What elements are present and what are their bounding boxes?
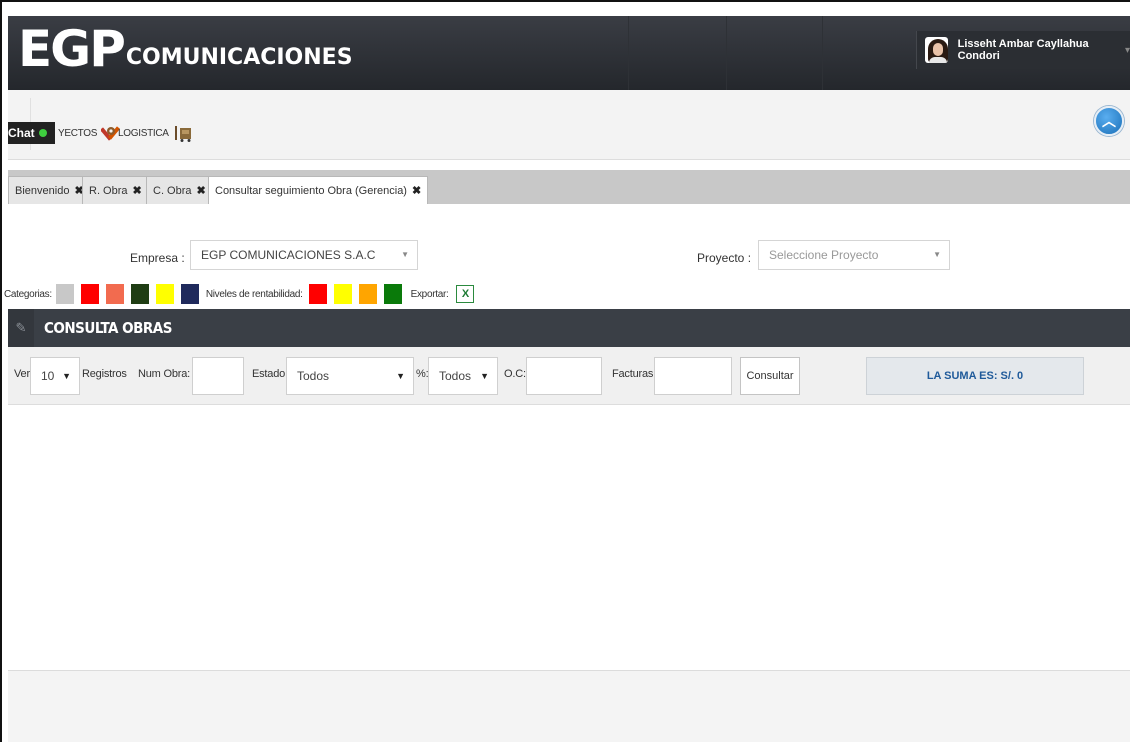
categoria-swatch xyxy=(130,284,149,304)
facturas-input[interactable] xyxy=(654,357,732,395)
logo-main-text: EGP xyxy=(18,20,126,78)
niveles-label: Niveles de rentabilidad: xyxy=(205,288,303,300)
facturas-label: Facturas: xyxy=(612,368,657,380)
proyecto-select[interactable]: Seleccione Proyecto ▼ xyxy=(758,240,950,270)
proyecto-label: Proyecto : xyxy=(697,251,752,265)
num-obra-label: Num Obra: xyxy=(138,368,190,380)
empresa-label: Empresa : xyxy=(130,251,185,265)
estado-label: Estado: xyxy=(252,368,288,380)
chevron-down-icon: ▼ xyxy=(401,250,409,259)
nivel-swatch xyxy=(383,284,402,304)
cart-boxes-icon xyxy=(174,126,191,142)
chevron-down-icon: ▼ xyxy=(396,371,405,381)
nivel-swatch xyxy=(358,284,377,304)
close-icon[interactable]: ✖ xyxy=(412,184,421,197)
chevron-down-icon: ▾ xyxy=(1124,44,1130,56)
chevron-down-icon: ▼ xyxy=(480,371,489,381)
categoria-swatch xyxy=(105,284,124,304)
legend-row: Categorias: Niveles de rentabilidad: Exp… xyxy=(4,283,475,305)
tab-r-obra[interactable]: R. Obra ✖ xyxy=(82,176,149,204)
excel-export-icon[interactable]: X xyxy=(456,285,475,303)
user-menu[interactable]: Lisseht Ambar Cayllahua Condori ▾ xyxy=(916,31,1130,69)
menu-item-logistica[interactable]: LOGISTICA xyxy=(118,124,193,142)
chat-button[interactable]: Chat xyxy=(8,122,55,144)
company-logo[interactable]: EGPCOMUNICACIONES xyxy=(18,20,353,78)
oc-label: O.C: xyxy=(504,368,526,380)
avatar xyxy=(925,37,948,63)
chat-label: Chat xyxy=(8,126,35,140)
user-name: Lisseht Ambar Cayllahua Condori xyxy=(957,38,1089,62)
page-footer xyxy=(8,671,1130,742)
chevron-up-icon: ︿ xyxy=(1102,113,1116,129)
registros-label: Registros xyxy=(82,368,127,380)
proyecto-placeholder: Seleccione Proyecto xyxy=(769,248,879,262)
tab-bienvenido[interactable]: Bienvenido ✖ xyxy=(8,176,91,204)
oc-input[interactable] xyxy=(526,357,602,395)
empresa-select[interactable]: EGP COMUNICACIONES S.A.C ▼ xyxy=(190,240,418,270)
ver-label: Ver xyxy=(14,368,30,380)
num-obra-input[interactable] xyxy=(192,357,244,395)
main-menu-bar: Chat YECTOS LOGISTICA ︿ xyxy=(8,90,1130,160)
categorias-label: Categorias: xyxy=(4,288,52,300)
nivel-swatch xyxy=(308,284,327,304)
tab-label: Bienvenido xyxy=(15,184,70,197)
header-divider xyxy=(628,16,629,90)
estado-select[interactable]: Todos ▼ xyxy=(286,357,414,395)
percent-value: Todos xyxy=(439,369,472,383)
tabs-bar: Bienvenido ✖ R. Obra ✖ C. Obra ✖ Consult… xyxy=(8,170,1130,204)
percent-select[interactable]: Todos ▼ xyxy=(428,357,498,395)
header-divider xyxy=(822,16,823,90)
total-sum-display: LA SUMA ES: S/. 0 xyxy=(866,357,1084,395)
exportar-label: Exportar: xyxy=(410,288,449,300)
chevron-down-icon: ▼ xyxy=(62,371,71,381)
categoria-swatch xyxy=(180,284,199,304)
query-toolbar: Ver 10 ▼ Registros Num Obra: Estado: Tod… xyxy=(8,347,1130,405)
tab-label: C. Obra xyxy=(153,184,192,197)
chevron-down-icon: ▼ xyxy=(933,250,941,259)
categoria-swatch xyxy=(55,284,74,304)
menu-item-label: YECTOS xyxy=(58,127,98,139)
pencil-icon: ✎ xyxy=(8,309,34,347)
nivel-swatch xyxy=(333,284,352,304)
panel-header: ✎ CONSULTA OBRAS xyxy=(8,309,1130,347)
categoria-swatch xyxy=(80,284,99,304)
top-header: EGPCOMUNICACIONES Lisseht Ambar Cayllahu… xyxy=(8,16,1130,90)
tab-label: R. Obra xyxy=(89,184,128,197)
close-icon[interactable]: ✖ xyxy=(133,184,142,197)
menu-item-label: LOGISTICA xyxy=(118,127,169,139)
logo-sub-text: COMUNICACIONES xyxy=(125,45,353,70)
close-icon[interactable]: ✖ xyxy=(197,184,206,197)
categoria-swatch xyxy=(155,284,174,304)
tab-label: Consultar seguimiento Obra (Gerencia) xyxy=(215,184,407,197)
scroll-up-button[interactable]: ︿ xyxy=(1094,106,1124,136)
estado-value: Todos xyxy=(297,369,330,383)
header-divider xyxy=(726,16,727,90)
panel-title: CONSULTA OBRAS xyxy=(44,319,172,337)
page-size-value: 10 xyxy=(41,369,55,383)
tab-consultar-seguimiento[interactable]: Consultar seguimiento Obra (Gerencia) ✖ xyxy=(208,176,429,204)
online-status-icon xyxy=(38,129,47,137)
menu-item-proyectos[interactable]: YECTOS xyxy=(58,124,121,142)
page-size-select[interactable]: 10 ▼ xyxy=(30,357,80,395)
empresa-value: EGP COMUNICACIONES S.A.C xyxy=(201,248,376,262)
percent-label: %: xyxy=(416,368,429,380)
consultar-button[interactable]: Consultar xyxy=(740,357,800,395)
tab-c-obra[interactable]: C. Obra ✖ xyxy=(146,176,213,204)
